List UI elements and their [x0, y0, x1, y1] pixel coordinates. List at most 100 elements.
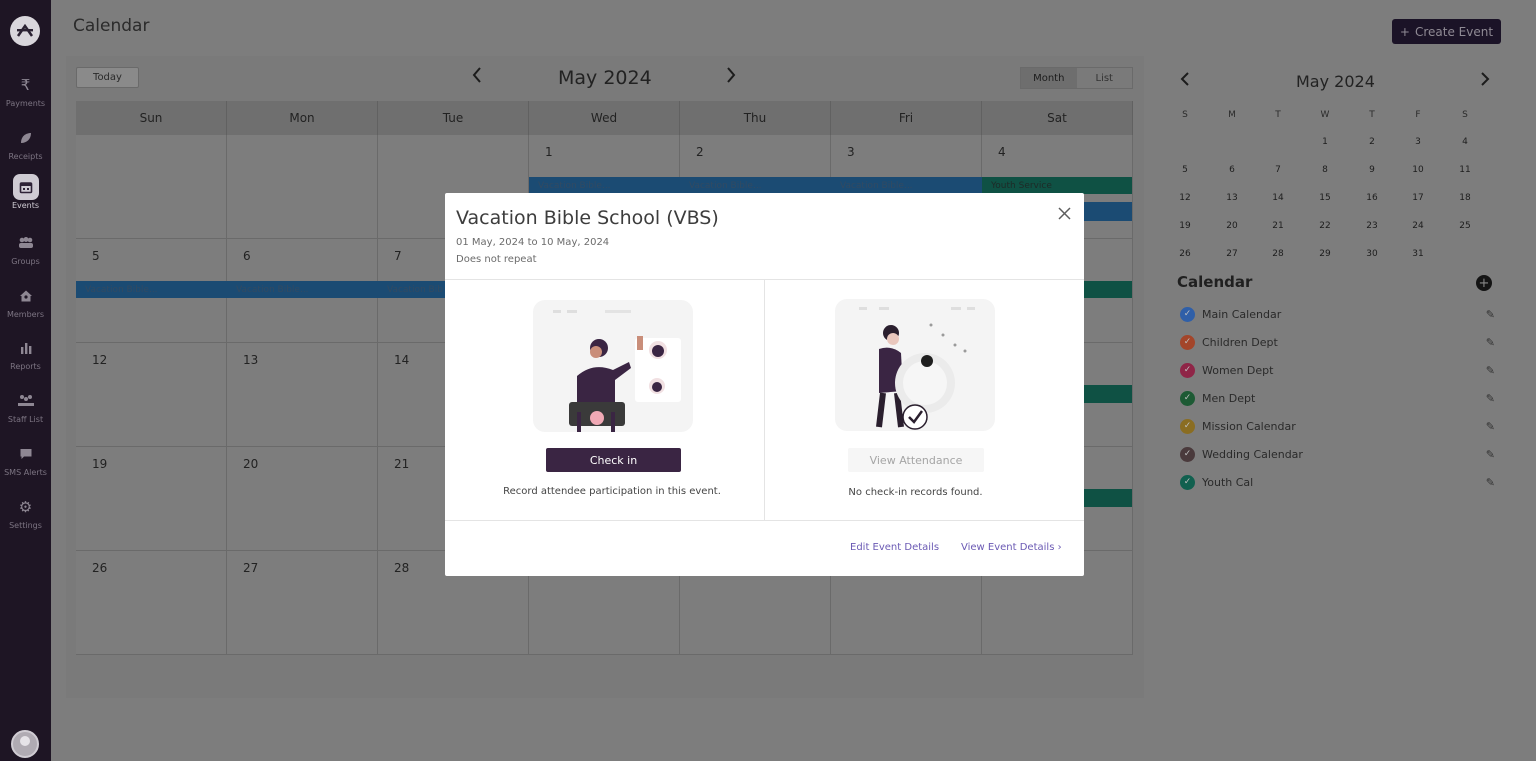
day-number: 27: [243, 561, 259, 575]
event-bar[interactable]: Vacation Bible...: [76, 281, 227, 298]
create-event-button[interactable]: + Create Event: [1392, 19, 1501, 44]
sidebar-item-label: Members: [6, 310, 45, 319]
calendar-list-item[interactable]: ✓ Mission Calendar ✎: [1180, 417, 1495, 435]
mini-day[interactable]: 16: [1362, 193, 1382, 203]
event-bar[interactable]: Vacation Bible...: [831, 177, 982, 194]
mini-day[interactable]: 18: [1455, 193, 1475, 203]
mini-day[interactable]: 26: [1175, 249, 1195, 259]
mini-day[interactable]: 9: [1362, 165, 1382, 175]
day-cell[interactable]: 19: [76, 447, 227, 551]
event-bar[interactable]: Vacation Bible...: [529, 177, 680, 194]
calendar-list-item[interactable]: ✓ Women Dept ✎: [1180, 361, 1495, 379]
event-modal: Vacation Bible School (VBS) 01 May, 2024…: [445, 193, 1084, 576]
day-cell[interactable]: [227, 135, 378, 239]
day-cell[interactable]: 26: [76, 551, 227, 655]
mini-day[interactable]: 30: [1362, 249, 1382, 259]
avatar[interactable]: [11, 730, 39, 758]
mini-day[interactable]: 25: [1455, 221, 1475, 231]
sidebar-item-settings[interactable]: ⚙ Settings: [0, 494, 51, 544]
mini-day[interactable]: 27: [1222, 249, 1242, 259]
sidebar-item-label: Staff List: [7, 415, 44, 424]
mini-day[interactable]: 28: [1268, 249, 1288, 259]
sidebar-item-receipts[interactable]: Receipts: [0, 125, 51, 175]
list-view-button[interactable]: List: [1077, 68, 1133, 88]
calendar-list-item[interactable]: ✓ Men Dept ✎: [1180, 389, 1495, 407]
mini-day[interactable]: 11: [1455, 165, 1475, 175]
mini-prev-icon[interactable]: [1180, 71, 1190, 91]
calendar-list-item[interactable]: ✓ Youth Cal ✎: [1180, 473, 1495, 491]
checkbox-icon[interactable]: ✓: [1180, 334, 1195, 350]
checkbox-icon[interactable]: ✓: [1180, 446, 1195, 462]
mini-day[interactable]: 8: [1315, 165, 1335, 175]
mini-day[interactable]: 17: [1408, 193, 1428, 203]
mini-day[interactable]: 20: [1222, 221, 1242, 231]
sidebar-item-members[interactable]: Members: [0, 283, 51, 333]
add-calendar-icon[interactable]: +: [1476, 275, 1492, 291]
mini-day[interactable]: 23: [1362, 221, 1382, 231]
mini-next-icon[interactable]: [1480, 71, 1490, 91]
mini-day[interactable]: 29: [1315, 249, 1335, 259]
sidebar-item-groups[interactable]: Groups: [0, 230, 51, 280]
day-number: 2: [696, 145, 704, 159]
mini-day[interactable]: 2: [1362, 137, 1382, 147]
day-cell[interactable]: 20: [227, 447, 378, 551]
pencil-icon[interactable]: ✎: [1486, 392, 1495, 405]
prev-month-icon[interactable]: [471, 66, 483, 89]
event-bar[interactable]: Vacation Bible...: [680, 177, 831, 194]
pencil-icon[interactable]: ✎: [1486, 364, 1495, 377]
calendar-list-item[interactable]: ✓ Wedding Calendar ✎: [1180, 445, 1495, 463]
mini-day[interactable]: 22: [1315, 221, 1335, 231]
mini-day[interactable]: 1: [1315, 137, 1335, 147]
today-button[interactable]: Today: [76, 67, 139, 88]
edit-event-details-link[interactable]: Edit Event Details: [850, 542, 939, 553]
day-cell[interactable]: 13: [227, 343, 378, 447]
mini-day[interactable]: 5: [1175, 165, 1195, 175]
event-bar[interactable]: Vacation Bible...: [227, 281, 378, 298]
day-cell[interactable]: 27: [227, 551, 378, 655]
day-cell[interactable]: [76, 135, 227, 239]
mini-day[interactable]: 14: [1268, 193, 1288, 203]
mini-day[interactable]: 10: [1408, 165, 1428, 175]
pencil-icon[interactable]: ✎: [1486, 420, 1495, 433]
calendar-list-item[interactable]: ✓ Main Calendar ✎: [1180, 305, 1495, 323]
view-attendance-button[interactable]: View Attendance: [848, 448, 984, 472]
checkbox-icon[interactable]: ✓: [1180, 362, 1195, 378]
check-in-button[interactable]: Check in: [546, 448, 681, 472]
checkbox-icon[interactable]: ✓: [1180, 306, 1195, 322]
sidebar-item-payments[interactable]: ₹ Payments: [0, 72, 51, 122]
mini-day[interactable]: 31: [1408, 249, 1428, 259]
mini-day[interactable]: 12: [1175, 193, 1195, 203]
pencil-icon[interactable]: ✎: [1486, 308, 1495, 321]
pencil-icon[interactable]: ✎: [1486, 476, 1495, 489]
close-icon[interactable]: [1058, 205, 1071, 225]
view-event-details-link[interactable]: View Event Details ›: [961, 542, 1062, 553]
calendar-list-item[interactable]: ✓ Children Dept ✎: [1180, 333, 1495, 351]
checkbox-icon[interactable]: ✓: [1180, 390, 1195, 406]
event-bar[interactable]: Youth Service: [982, 177, 1132, 194]
app-logo[interactable]: [10, 16, 40, 46]
day-cell[interactable]: 12: [76, 343, 227, 447]
mini-day[interactable]: 19: [1175, 221, 1195, 231]
mini-day[interactable]: 3: [1408, 137, 1428, 147]
sidebar-item-label: Settings: [9, 521, 42, 530]
checkin-illustration: [533, 300, 693, 432]
mini-day[interactable]: 7: [1268, 165, 1288, 175]
pencil-icon[interactable]: ✎: [1486, 448, 1495, 461]
pencil-icon[interactable]: ✎: [1486, 336, 1495, 349]
mini-day[interactable]: 4: [1455, 137, 1475, 147]
sidebar-item-sms-alerts[interactable]: SMS Alerts: [0, 441, 51, 491]
mini-day[interactable]: 6: [1222, 165, 1242, 175]
sidebar-item-reports[interactable]: Reports: [0, 335, 51, 385]
divider: [445, 520, 1084, 521]
checkbox-icon[interactable]: ✓: [1180, 474, 1195, 490]
next-month-icon[interactable]: [725, 66, 737, 89]
attendance-caption: No check-in records found.: [848, 487, 983, 498]
mini-day[interactable]: 15: [1315, 193, 1335, 203]
mini-day[interactable]: 24: [1408, 221, 1428, 231]
mini-day[interactable]: 13: [1222, 193, 1242, 203]
mini-day[interactable]: 21: [1268, 221, 1288, 231]
sidebar-item-staff-list[interactable]: Staff List: [0, 388, 51, 438]
checkbox-icon[interactable]: ✓: [1180, 418, 1195, 434]
month-view-button[interactable]: Month: [1021, 68, 1077, 88]
sidebar-item-events[interactable]: Events: [0, 174, 51, 224]
